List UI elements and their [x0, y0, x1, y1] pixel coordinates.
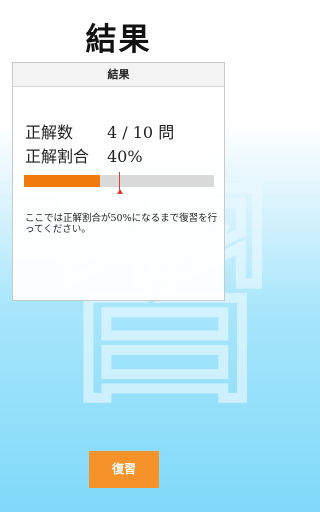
progress-fill — [24, 175, 100, 187]
page-title: 結果 — [85, 22, 152, 58]
correct-ratio-label: 正解割合 — [25, 147, 90, 166]
result-card: 結果 正解数 4 / 10 問 正解割合 40% ここでは正解割合が50%になるまで… — [12, 62, 225, 301]
correct-ratio-value: 40% — [107, 147, 143, 166]
review-button[interactable]: 復習 — [89, 451, 159, 488]
instruction-note: ここでは正解割合が50%になるまで復習を行ってください。 — [25, 213, 218, 235]
correct-ratio-row: 正解割合 40% — [25, 143, 143, 167]
card-header: 結果 — [13, 63, 224, 87]
correct-count-value: 4 / 10 問 — [107, 123, 175, 142]
correct-count-label: 正解数 — [25, 123, 74, 142]
threshold-marker — [119, 172, 120, 190]
progress-bar — [24, 172, 214, 194]
correct-count-row: 正解数 4 / 10 問 — [25, 119, 174, 143]
threshold-arrow-icon — [116, 189, 123, 194]
